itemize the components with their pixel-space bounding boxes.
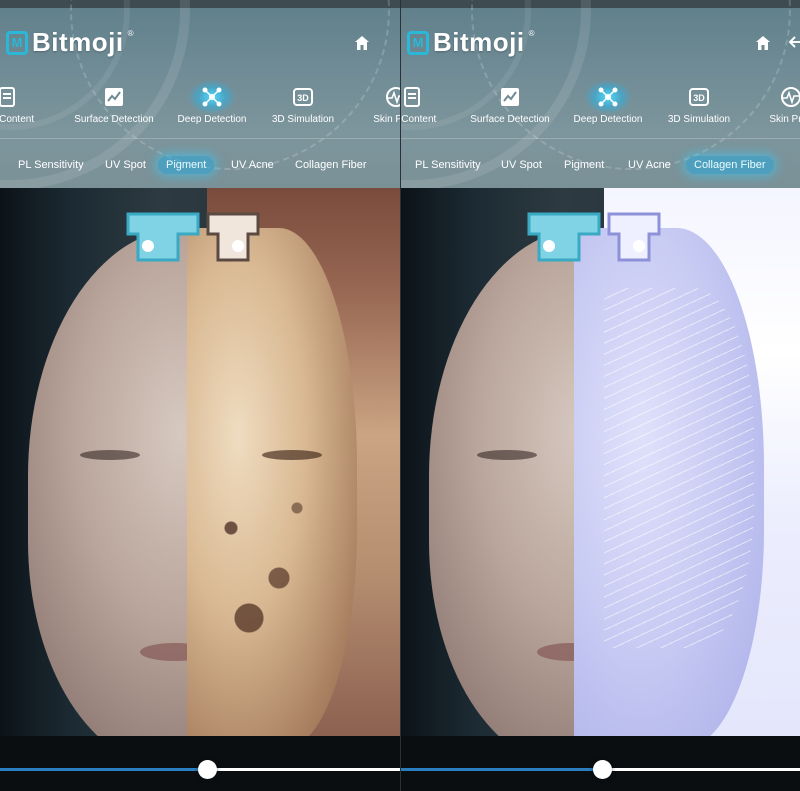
nav-item-surface-detection[interactable]: Surface Detection — [66, 82, 162, 125]
logo-text: Bitmoji — [433, 27, 525, 57]
home-icon[interactable] — [354, 35, 370, 51]
slider-track — [603, 768, 800, 771]
eye-left — [80, 450, 140, 460]
logo-registered-mark: ® — [127, 29, 134, 38]
pigment-spots — [207, 468, 327, 668]
slider-track-filled — [0, 768, 208, 771]
pulse-icon — [386, 87, 400, 107]
nav-label: Surface Detection — [74, 114, 154, 125]
nav-label: Deep Detection — [573, 114, 643, 125]
tab-uv-spot[interactable]: UV Spot — [97, 156, 154, 174]
logo-mark-icon: M — [6, 30, 28, 55]
nav-label: 3D Simulation — [271, 114, 335, 125]
tab-pl-sensitivity[interactable]: PL Sensitivity — [10, 156, 92, 174]
detection-tabs: PL Sensitivity UV Spot Pigment UV Acne C… — [0, 138, 400, 188]
app-logo: M Bitmoji ® — [6, 27, 134, 58]
nav-item-deep-detection[interactable]: Deep Detection — [560, 80, 656, 125]
molecule-icon — [598, 87, 618, 107]
nav-label: Skin Predi — [373, 114, 400, 125]
slider-handle[interactable] — [198, 760, 217, 779]
tab-collagen-fiber[interactable]: Collagen Fiber — [686, 156, 774, 174]
molecule-icon — [202, 87, 222, 107]
tab-pl-sensitivity[interactable]: PL Sensitivity — [407, 156, 489, 174]
tab-uv-spot[interactable]: UV Spot — [493, 156, 550, 174]
nav-item-surface-detection[interactable]: Surface Detection — [462, 82, 558, 125]
head-clamp — [126, 212, 260, 262]
comparison-slider[interactable] — [401, 736, 800, 791]
slider-handle[interactable] — [593, 760, 612, 779]
collagen-fibers — [604, 288, 754, 648]
nav-item-3d-simulation[interactable]: 3D 3D Simulation — [255, 82, 351, 125]
collagen-analysis-view — [574, 188, 800, 736]
nav-item-texture-content[interactable]: ure Content — [0, 82, 56, 125]
document-icon — [0, 87, 15, 107]
eye-left — [477, 450, 537, 460]
nav-label: Skin Pred — [769, 114, 800, 125]
panel-pigment: M Bitmoji ® ure Content Surface — [0, 0, 400, 791]
tab-uv-acne[interactable]: UV Acne — [620, 156, 679, 174]
head-clamp — [527, 212, 661, 262]
nav-item-texture-content[interactable]: re Content — [401, 82, 461, 125]
home-icon[interactable] — [755, 35, 771, 51]
pigment-analysis-view — [187, 188, 400, 736]
logo-text: Bitmoji — [32, 27, 124, 57]
document-icon — [404, 87, 420, 107]
nav-label: ure Content — [0, 114, 35, 125]
3d-icon: 3D — [689, 88, 709, 106]
tab-pigment[interactable]: Pigment — [158, 156, 215, 174]
tab-collagen-fiber[interactable]: Collagen Fiber — [287, 156, 375, 174]
pulse-icon — [781, 87, 800, 107]
logo-registered-mark: ® — [528, 29, 535, 38]
main-nav: ure Content Surface Detection — [0, 80, 400, 132]
panel-collagen: M Bitmoji ® re Content — [400, 0, 800, 791]
chart-icon — [105, 88, 123, 106]
tab-uv-acne[interactable]: UV Acne — [223, 156, 282, 174]
header-area: M Bitmoji ® ure Content Surface — [0, 0, 400, 188]
3d-icon: 3D — [293, 88, 313, 106]
nav-item-3d-simulation[interactable]: 3D 3D Simulation — [651, 82, 747, 125]
detection-tabs: PL Sensitivity UV Spot Pigment UV Acne C… — [401, 138, 800, 188]
slider-track — [208, 768, 400, 771]
slider-track-filled — [401, 768, 603, 771]
nav-item-deep-detection[interactable]: Deep Detection — [164, 80, 260, 125]
nav-item-skin-prediction[interactable]: Skin Pred — [743, 82, 800, 125]
logo-mark-icon: M — [407, 30, 429, 55]
main-nav: re Content Surface Detection — [401, 80, 800, 132]
eye-right — [262, 450, 322, 460]
nav-item-skin-prediction[interactable]: Skin Predi — [348, 82, 400, 125]
svg-text:3D: 3D — [693, 93, 705, 103]
header-area: M Bitmoji ® re Content — [401, 0, 800, 188]
back-icon[interactable] — [787, 33, 800, 51]
comparison-slider[interactable] — [0, 736, 400, 791]
tab-pigment[interactable]: Pigment — [556, 156, 612, 174]
nav-label: Deep Detection — [177, 114, 247, 125]
app-logo: M Bitmoji ® — [407, 27, 535, 58]
face-image-comparison — [401, 188, 800, 736]
face-image-comparison — [0, 188, 400, 736]
chart-icon — [501, 88, 519, 106]
nav-label: 3D Simulation — [667, 114, 731, 125]
nav-label: Surface Detection — [470, 114, 550, 125]
svg-text:3D: 3D — [297, 93, 309, 103]
nav-label: re Content — [401, 114, 437, 125]
